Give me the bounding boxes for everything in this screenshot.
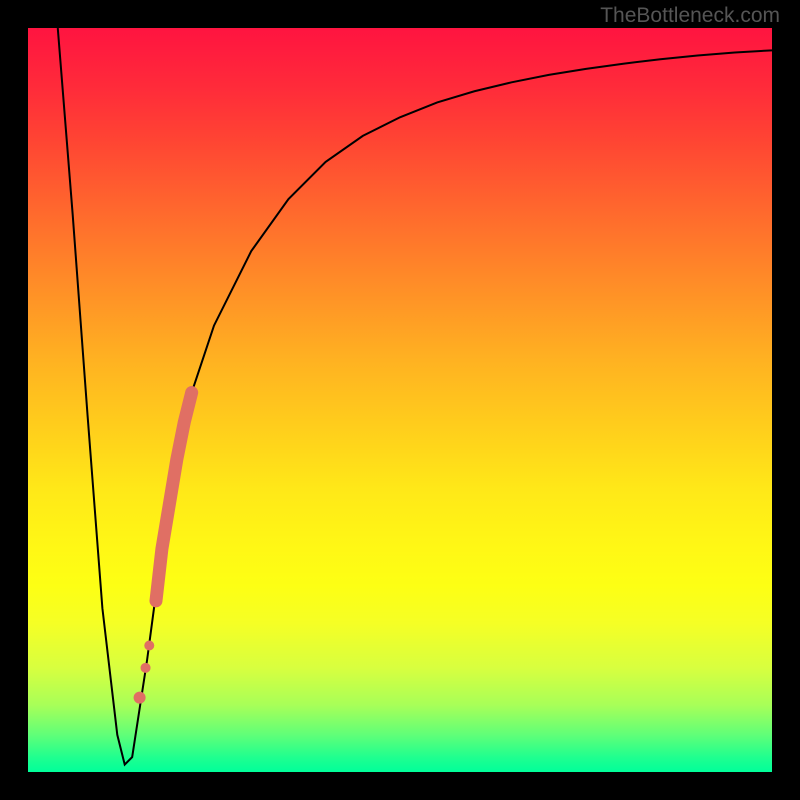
highlight-dot	[144, 641, 154, 651]
chart-plot-area	[28, 28, 772, 772]
bottleneck-curve-path	[58, 28, 772, 765]
highlight-dot	[134, 692, 146, 704]
highlight-markers	[134, 393, 192, 704]
highlight-dot	[141, 663, 151, 673]
watermark-text: TheBottleneck.com	[600, 4, 780, 28]
highlight-thick-segment	[156, 393, 192, 601]
curve-svg	[28, 28, 772, 772]
